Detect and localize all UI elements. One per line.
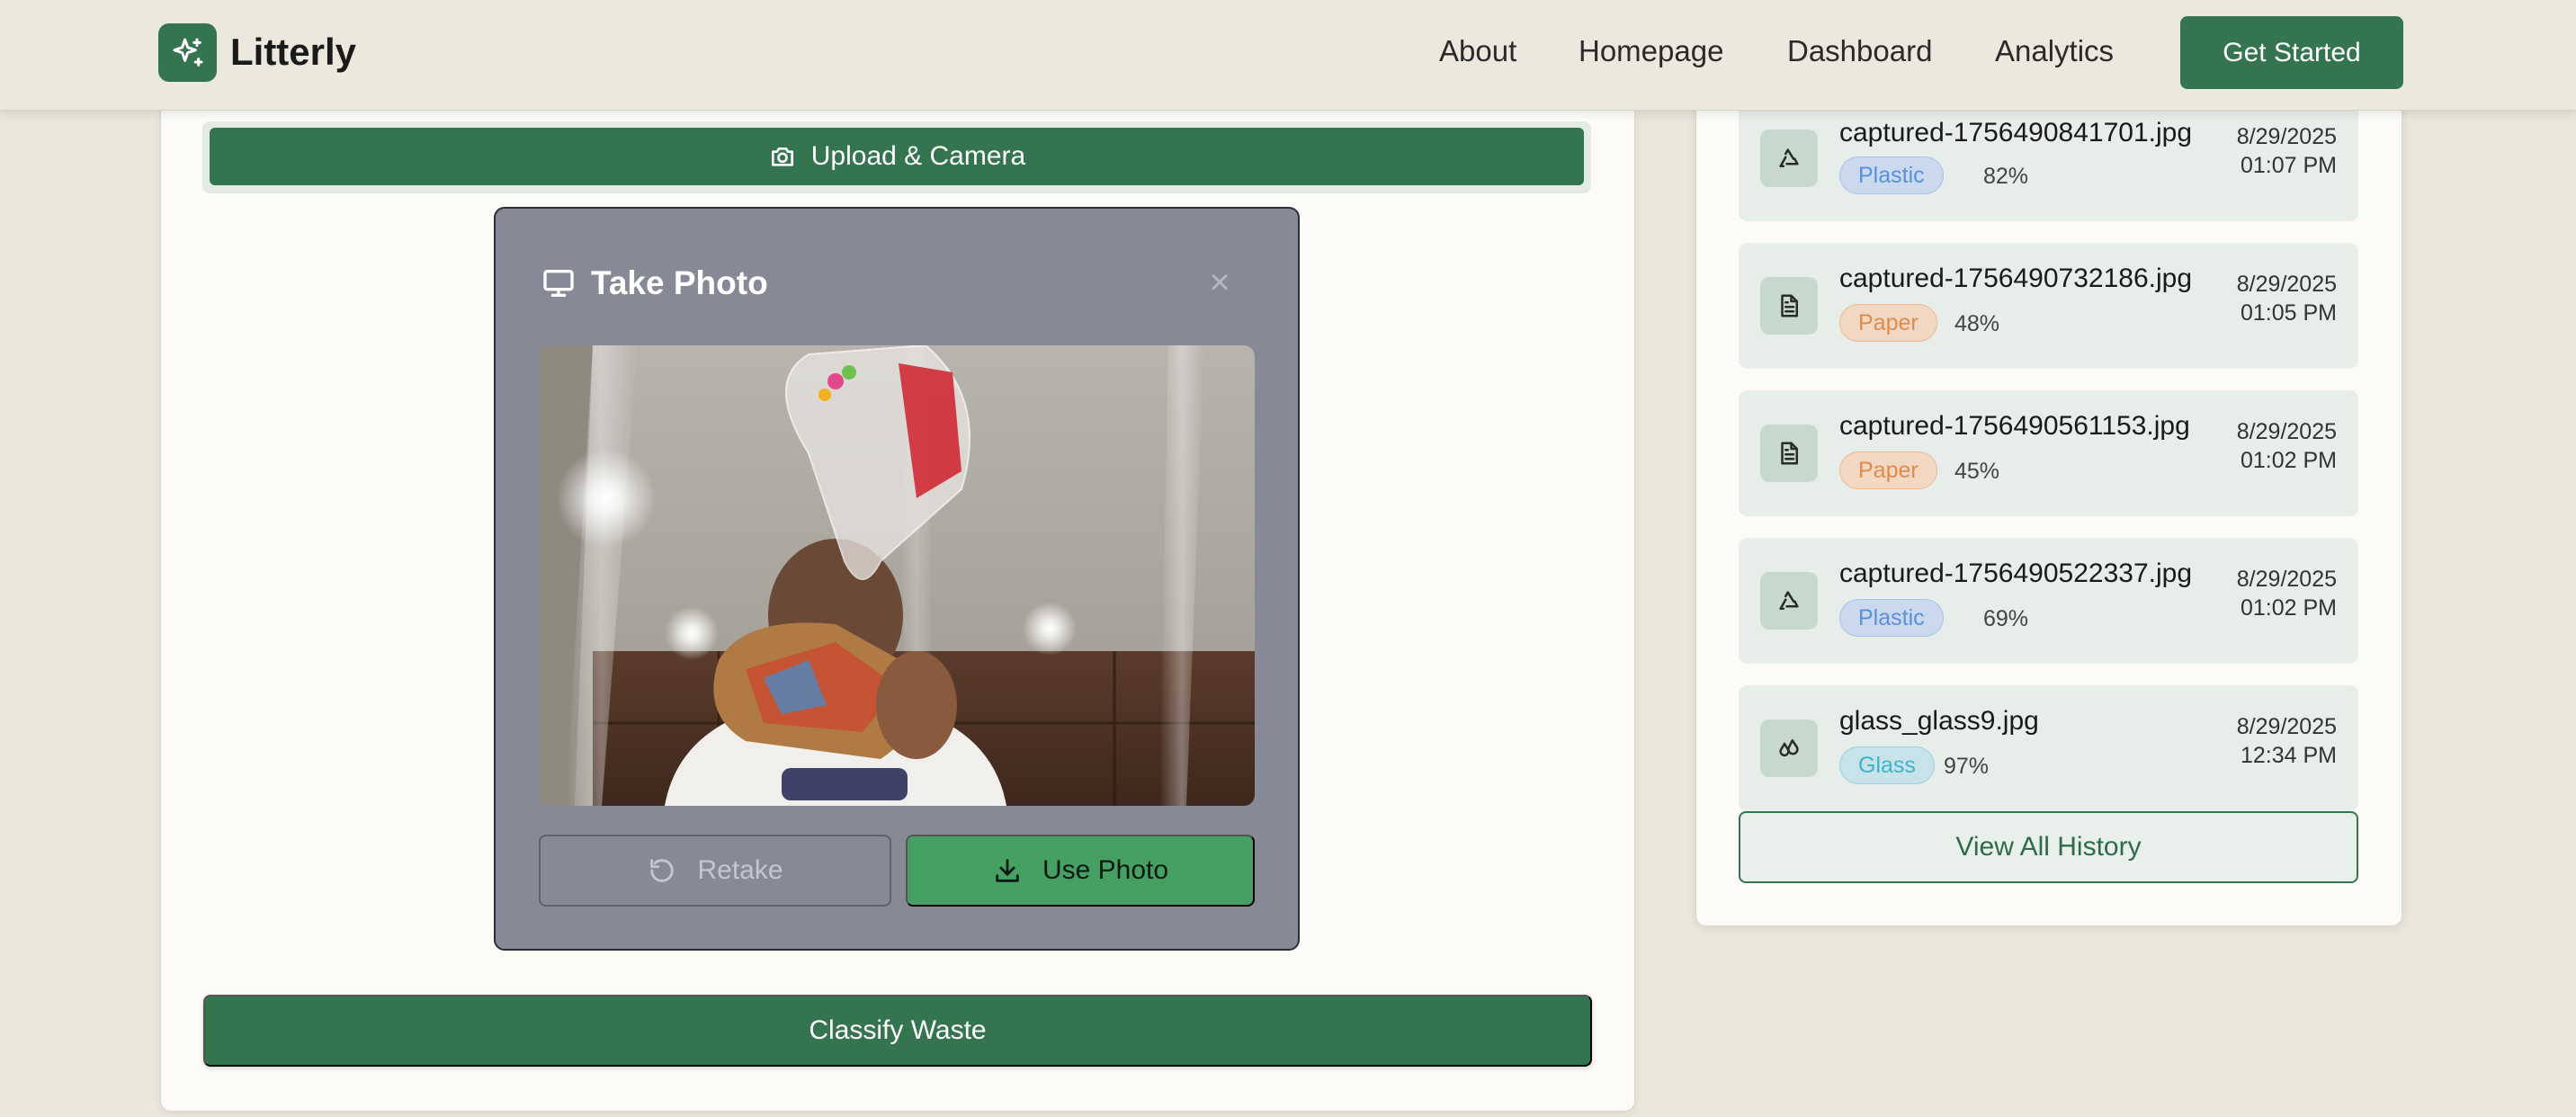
glass-drop-icon	[1760, 719, 1818, 777]
top-navbar: Litterly About Homepage Dashboard Analyt…	[0, 0, 2576, 111]
history-time: 01:02 PM	[2240, 448, 2337, 473]
nav-analytics[interactable]: Analytics	[1995, 31, 2114, 72]
camera-preview	[539, 345, 1255, 806]
history-file-name: captured-1756490732186.jpg	[1839, 264, 2193, 293]
history-file-name: captured-1756490841701.jpg	[1839, 118, 2193, 147]
retake-label: Retake	[697, 855, 783, 885]
history-file-name: captured-1756490561153.jpg	[1839, 411, 2190, 441]
confidence-value: 45%	[1954, 459, 2000, 484]
use-photo-button[interactable]: Use Photo	[906, 835, 1255, 907]
download-icon	[996, 859, 1019, 882]
classify-waste-button[interactable]: Classify Waste	[203, 995, 1592, 1067]
tab-upload-camera[interactable]: Upload & Camera	[210, 128, 1584, 185]
retake-button[interactable]: Retake	[539, 835, 891, 907]
nav-about[interactable]: About	[1439, 31, 1516, 72]
history-timestamp: 8/29/2025 01:02 PM	[2237, 417, 2337, 475]
use-photo-label: Use Photo	[1042, 855, 1169, 885]
tab-upload-camera-label: Upload & Camera	[810, 141, 1026, 171]
recycle-icon	[1760, 130, 1818, 187]
category-badge: Plastic	[1839, 599, 1944, 637]
history-date: 8/29/2025	[2236, 419, 2337, 444]
camera-photo	[539, 345, 1255, 806]
category-badge: Paper	[1839, 304, 1937, 342]
history-time: 12:34 PM	[2240, 743, 2337, 768]
history-file-name: glass_glass9.jpg	[1839, 706, 2039, 736]
history-item[interactable]: captured-1756490522337.jpg Plastic 69% 8/29…	[1739, 538, 2358, 664]
rotate-icon	[650, 859, 675, 882]
history-timestamp: 8/29/2025 01:05 PM	[2237, 270, 2337, 327]
history-date: 8/29/2025	[2236, 567, 2337, 592]
history-timestamp: 8/29/2025 01:02 PM	[2237, 565, 2337, 622]
history-timestamp: 8/29/2025 01:07 PM	[2237, 122, 2337, 180]
nav-homepage[interactable]: Homepage	[1579, 31, 1723, 72]
history-time: 01:05 PM	[2240, 300, 2337, 326]
history-file-name: captured-1756490522337.jpg	[1839, 558, 2193, 588]
category-badge: Plastic	[1839, 156, 1944, 194]
brand-name[interactable]: Litterly	[230, 27, 356, 77]
history-date: 8/29/2025	[2236, 714, 2337, 739]
monitor-icon	[543, 270, 574, 297]
sparkles-icon	[173, 38, 202, 67]
document-icon	[1760, 277, 1818, 335]
history-time: 01:07 PM	[2240, 153, 2337, 178]
recycle-icon	[1760, 572, 1818, 630]
view-all-history-button[interactable]: View All History	[1739, 811, 2358, 883]
category-badge: Paper	[1839, 451, 1937, 489]
history-item[interactable]: captured-1756490561153.jpg Paper 45% 8/29/2…	[1739, 390, 2358, 516]
history-timestamp: 8/29/2025 12:34 PM	[2237, 712, 2337, 770]
category-badge: Glass	[1839, 746, 1935, 784]
history-date: 8/29/2025	[2236, 272, 2337, 297]
confidence-value: 82%	[1983, 164, 2029, 189]
history-item[interactable]: glass_glass9.jpg Glass 97% 8/29/2025 12:34 P…	[1739, 685, 2358, 811]
nav-dashboard[interactable]: Dashboard	[1787, 31, 1932, 72]
history-date: 8/29/2025	[2236, 124, 2337, 149]
modal-title: Take Photo	[541, 261, 768, 306]
close-icon[interactable]: ×	[1202, 263, 1238, 302]
get-started-button[interactable]: Get Started	[2180, 16, 2403, 89]
logo[interactable]	[158, 23, 217, 82]
history-item[interactable]: captured-1756490732186.jpg Paper 48% 8/29/2…	[1739, 243, 2358, 369]
history-time: 01:02 PM	[2240, 595, 2337, 621]
confidence-value: 48%	[1954, 311, 2000, 336]
modal-title-text: Take Photo	[591, 264, 768, 301]
camera-icon	[771, 147, 793, 166]
confidence-value: 97%	[1944, 754, 1990, 779]
document-icon	[1760, 424, 1818, 482]
confidence-value: 69%	[1983, 606, 2029, 631]
history-item[interactable]: captured-1756490841701.jpg Plastic 82% 8/29…	[1739, 95, 2358, 221]
